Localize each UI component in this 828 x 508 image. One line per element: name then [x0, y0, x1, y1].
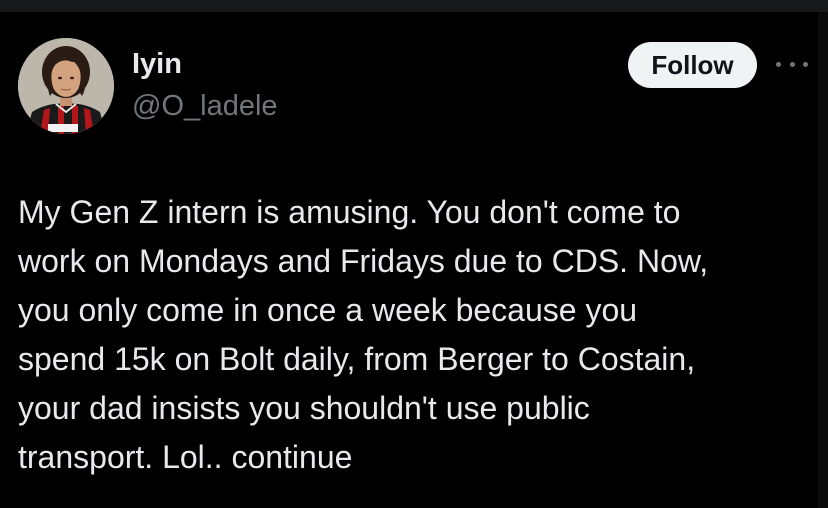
- tweet-text-line: work on Mondays and Fridays due to CDS. …: [18, 243, 709, 279]
- tweet-text-line: spend 15k on Bolt daily, from Berger to …: [18, 341, 696, 377]
- tweet-text-line: My Gen Z intern is amusing. You don't co…: [18, 194, 681, 230]
- avatar-image: [18, 38, 114, 134]
- tweet-text-line: transport. Lol.. continue: [18, 439, 353, 475]
- more-dot: [776, 61, 781, 67]
- more-horizontal-icon[interactable]: [776, 56, 808, 72]
- follow-button[interactable]: Follow: [628, 42, 757, 88]
- tweet-text-line: your dad insists you shouldn't use publi…: [18, 390, 590, 426]
- tweet-text: My Gen Z intern is amusing. You don't co…: [18, 188, 808, 482]
- more-dot: [789, 61, 795, 67]
- more-dot: [803, 61, 808, 67]
- display-name[interactable]: Iyin: [132, 46, 182, 82]
- top-bar: [0, 0, 828, 12]
- tweet-text-line: you only come in once a week because you: [18, 292, 638, 328]
- user-handle[interactable]: @O_ladele: [132, 88, 278, 124]
- avatar[interactable]: [18, 38, 114, 134]
- scrollbar[interactable]: [818, 12, 828, 508]
